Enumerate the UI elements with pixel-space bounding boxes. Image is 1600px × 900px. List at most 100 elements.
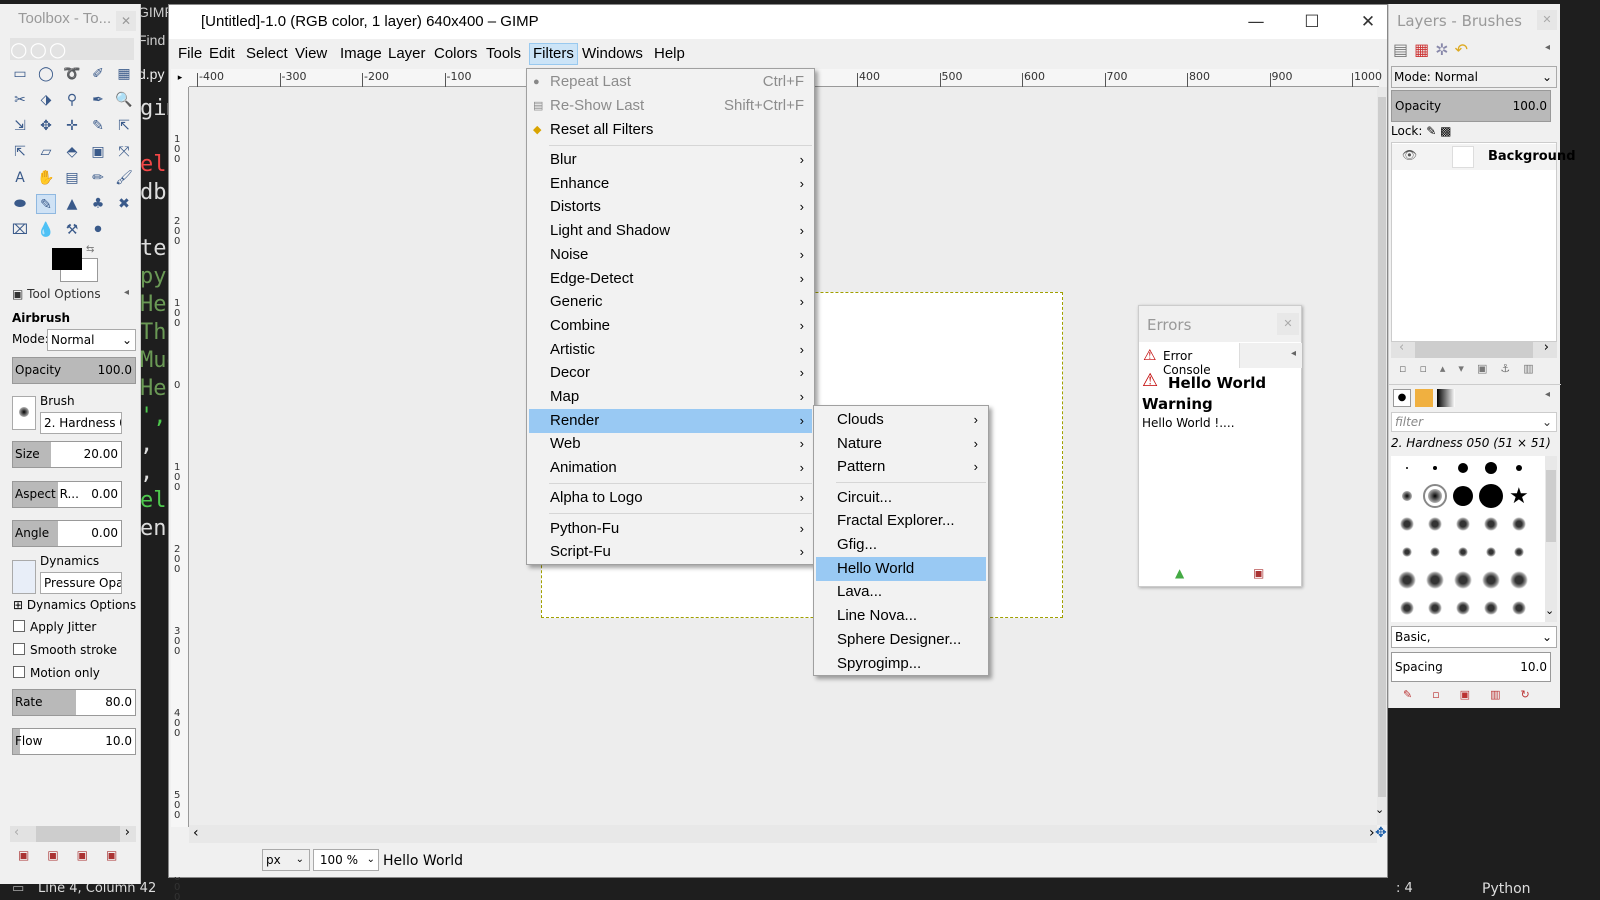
brush-swatch[interactable] — [1402, 547, 1412, 557]
patterns-tab[interactable] — [1415, 389, 1433, 407]
brush-swatch[interactable] — [1433, 466, 1437, 470]
navigate-icon[interactable]: ✥ — [1375, 825, 1387, 841]
menu-item-script-fu[interactable]: Script-Fu › — [529, 540, 812, 564]
align-icon[interactable]: ✛ — [62, 116, 82, 136]
menu-item-web[interactable]: Web › — [529, 432, 812, 456]
clear-errors-icon[interactable]: ▣ — [1253, 566, 1264, 580]
tool-options-tab[interactable]: ▣ Tool Options — [12, 287, 101, 301]
vertical-scrollbar[interactable]: ⌄ — [1375, 87, 1387, 825]
menu-item-clouds[interactable]: Clouds › — [816, 408, 986, 432]
brush-swatch[interactable] — [1456, 601, 1470, 615]
fuzzy-select-icon[interactable]: ✐ — [88, 64, 108, 84]
brush-swatch[interactable] — [1484, 601, 1498, 615]
ellipse-select-icon[interactable]: ◯ — [36, 64, 56, 84]
menu-item-reset-all-filters[interactable]: ◆ Reset all Filters — [529, 118, 812, 142]
brush-swatch[interactable] — [1454, 571, 1472, 589]
brush-filter-input[interactable]: filter ⌄ — [1391, 412, 1557, 432]
maximize-button[interactable]: ☐ — [1289, 5, 1335, 39]
flip-icon[interactable]: ▣ — [88, 142, 108, 162]
measure-icon[interactable]: ⇲ — [10, 116, 30, 136]
layer-name[interactable]: Background — [1488, 149, 1576, 164]
clone-icon[interactable]: ♣ — [88, 194, 108, 214]
menu-item-enhance[interactable]: Enhance › — [529, 172, 812, 196]
brush-preview[interactable] — [12, 396, 36, 430]
error-console-tab[interactable]: ⚠ Error Console — [1140, 343, 1240, 377]
language-indicator[interactable]: Python — [1482, 881, 1531, 897]
spacing-slider[interactable]: Spacing 10.0 — [1391, 652, 1551, 682]
scroll-right-icon[interactable]: › — [1369, 825, 1375, 841]
perspective-clone-icon[interactable]: ⌧ — [10, 220, 30, 240]
dock-tab-icons[interactable]: ▤▦✲↶ — [1393, 40, 1474, 59]
menu-colors[interactable]: Colors — [431, 43, 480, 65]
layer-action-icons[interactable]: ▫▫▴▾▣⚓▥ — [1399, 362, 1547, 375]
eraser-icon[interactable]: ⬬ — [10, 194, 30, 214]
lock-pixels-icon[interactable]: ✎ — [1426, 124, 1436, 138]
layers-hscrollbar[interactable]: ‹ › — [1391, 340, 1557, 358]
eye-icon[interactable]: 👁 — [1402, 148, 1417, 162]
brush-name-field[interactable]: 2. Hardness 05 — [40, 412, 122, 434]
angle-slider[interactable]: Angle 0.00 — [12, 520, 122, 547]
text-icon[interactable]: A — [10, 168, 30, 188]
scroll-left-icon[interactable]: ‹ — [1399, 340, 1404, 355]
editor-file-tab[interactable]: d.py — [138, 66, 164, 82]
color-picker-icon[interactable]: ✒ — [88, 90, 108, 110]
scale-icon[interactable]: ⇱ — [10, 142, 30, 162]
blur-icon[interactable]: 💧 — [36, 220, 56, 240]
configure-tab-icon[interactable]: ◂ — [124, 287, 129, 298]
menu-item-gfig-[interactable]: Gfig... — [816, 533, 986, 557]
shear-icon[interactable]: ▱ — [36, 142, 56, 162]
scroll-left-icon[interactable]: ‹ — [14, 825, 19, 840]
dock-close-button[interactable]: ✕ — [1537, 10, 1557, 30]
save-errors-icon[interactable]: ▲ — [1175, 566, 1184, 580]
smudge-icon[interactable]: ⚒ — [62, 220, 82, 240]
menu-layer[interactable]: Layer — [385, 43, 429, 65]
blend-icon[interactable]: ▤ — [62, 168, 82, 188]
scroll-left-icon[interactable]: ‹ — [193, 825, 199, 841]
flow-slider[interactable]: Flow 10.0 — [12, 728, 136, 755]
brush-swatch[interactable] — [1402, 491, 1412, 501]
layer-opacity-slider[interactable]: Opacity 100.0 — [1391, 90, 1551, 122]
close-button[interactable]: ✕ — [1345, 5, 1391, 39]
brush-scroll-thumb[interactable] — [1546, 470, 1556, 542]
menu-edit[interactable]: Edit — [206, 43, 238, 65]
menu-item-line-nova-[interactable]: Line Nova... — [816, 604, 986, 628]
configure-tab-icon[interactable]: ◂ — [1291, 348, 1296, 359]
crop-icon[interactable]: ✎ — [88, 116, 108, 136]
rect-select-icon[interactable]: ▭ — [10, 64, 30, 84]
unit-select[interactable]: px ⌄ — [262, 849, 310, 871]
dodge-burn-icon[interactable]: ⚫ — [88, 220, 108, 240]
layer-row[interactable]: 👁 Background — [1392, 144, 1576, 170]
brush-swatch[interactable] — [1453, 486, 1473, 506]
menu-item-alpha-to-logo[interactable]: Alpha to Logo › — [529, 486, 812, 510]
scroll-down-icon[interactable]: ⌄ — [1375, 803, 1384, 816]
paintbrush-icon[interactable]: 🖌 — [114, 168, 134, 188]
brush-swatch[interactable] — [1510, 571, 1528, 589]
smooth-stroke-checkbox[interactable]: Smooth stroke — [13, 643, 117, 657]
menu-filters[interactable]: Filters — [529, 43, 578, 65]
menu-item-nature[interactable]: Nature › — [816, 432, 986, 456]
brush-swatch[interactable] — [1428, 517, 1442, 531]
rate-slider[interactable]: Rate 80.0 — [12, 689, 136, 716]
brush-swatch[interactable] — [1479, 484, 1503, 508]
configure-tab-icon[interactable]: ◂ — [1545, 42, 1550, 53]
editor-tab-find[interactable]: Find — [138, 32, 165, 48]
brush-swatch[interactable] — [1406, 467, 1408, 469]
perspective-icon[interactable]: ⬘ — [62, 142, 82, 162]
menu-item-spyrogimp-[interactable]: Spyrogimp... — [816, 652, 986, 676]
brush-swatch[interactable] — [1426, 571, 1444, 589]
brush-action-icons[interactable]: ✎▫▣▥↻ — [1403, 688, 1550, 701]
toolbox-scrollbar[interactable]: ‹ › — [10, 825, 136, 842]
brush-swatch[interactable]: ★ — [1509, 484, 1529, 509]
brush-swatch[interactable] — [1398, 571, 1416, 589]
brush-swatch[interactable] — [1430, 547, 1440, 557]
vertical-ruler[interactable]: 1 0 0 2 0 0 1 0 0 0 1 0 0 2 0 0 3 0 0 4 0 0 5 0 … — [171, 87, 189, 900]
aspect-ratio-slider[interactable]: Aspect R... 0.00 — [12, 481, 122, 508]
menu-item-sphere-designer-[interactable]: Sphere Designer... — [816, 628, 986, 652]
menu-view[interactable]: View — [292, 43, 330, 65]
menu-item-lava-[interactable]: Lava... — [816, 580, 986, 604]
rotate-icon[interactable]: ⇱ — [114, 116, 134, 136]
dynamics-field[interactable]: Pressure Opac — [40, 572, 122, 594]
menu-item-python-fu[interactable]: Python-Fu › — [529, 517, 812, 541]
brush-swatch[interactable] — [1423, 484, 1447, 508]
menu-item-hello-world[interactable]: Hello World — [816, 556, 986, 581]
